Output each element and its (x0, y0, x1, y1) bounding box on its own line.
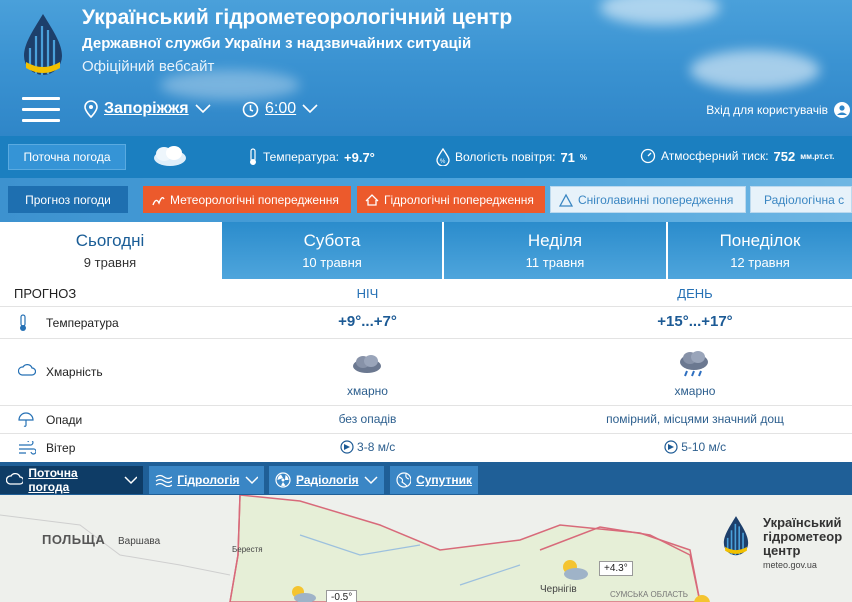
user-icon (834, 102, 850, 118)
barometer-icon (640, 148, 656, 164)
cloud-icon (18, 364, 36, 376)
current-temperature: Температура: +9.7° (248, 148, 375, 166)
site-header: Український гідрометеорологічний центр Д… (0, 0, 852, 136)
city-name: Запоріжжя (104, 100, 189, 117)
time-value: 6:00 (265, 100, 297, 117)
time-selector[interactable]: 6:00 (242, 100, 318, 118)
night-wind: 3-8 м/с (255, 440, 480, 454)
tab-monday[interactable]: Понеділок 12 травня (668, 222, 852, 279)
humidity-drop-icon: % (436, 148, 450, 166)
current-weather-layer-button[interactable]: Поточна погода (0, 466, 143, 494)
temperature-value: +9.7° (344, 149, 375, 165)
avalanche-warnings-button[interactable]: Сніголавинні попередження (550, 186, 746, 213)
avalanche-icon (559, 193, 573, 207)
warnings-bar: Прогноз погоди Метеорологічні попереджен… (0, 178, 852, 222)
chevron-down-icon (364, 475, 378, 484)
wind-direction-icon (340, 440, 354, 454)
brand-url: meteo.gov.ua (763, 560, 817, 570)
weather-forecast-button[interactable]: Прогноз погоди (8, 186, 128, 213)
chevron-down-icon (302, 104, 318, 114)
cloudy-icon (154, 146, 186, 166)
current-weather-button[interactable]: Поточна погода (8, 144, 126, 170)
chevron-down-icon (245, 475, 258, 484)
hydrology-layer-button[interactable]: Гідрологія (149, 466, 264, 494)
humidity-value: 71 (560, 149, 575, 165)
map-label-poland: ПОЛЬЩА (42, 532, 106, 547)
tab-saturday[interactable]: Субота 10 травня (222, 222, 442, 279)
current-weather-strip: Поточна погода Температура: +9.7° % Воло… (0, 136, 852, 178)
chevron-down-icon (195, 104, 211, 114)
login-link[interactable]: Вхід для користувачів (706, 102, 850, 118)
city-selector[interactable]: Запоріжжя (84, 100, 211, 118)
day-precipitation: помірний, місцями значний дощ (606, 412, 784, 426)
clock-icon (242, 101, 259, 117)
night-header: НІЧ (356, 286, 379, 301)
forecast-header: ПРОГНОЗ (14, 286, 77, 301)
precipitation-row: Опади без опадів помірний, місцями значн… (0, 406, 852, 434)
current-pressure: Атмосферний тиск: 752 мм.рт.ст. (640, 148, 834, 164)
cloudy-night-icon (353, 355, 381, 373)
weather-cloud-icon (6, 473, 24, 485)
radiation-icon (275, 472, 291, 488)
login-label: Вхід для користувачів (706, 103, 828, 117)
rain-cloud-icon (680, 351, 708, 377)
location-pin-icon (84, 100, 98, 118)
day-temperature: +15°...+17° (657, 313, 733, 330)
brand-title: Український гідрометеор центр (763, 515, 843, 558)
svg-text:%: % (440, 159, 446, 165)
day-tabs: Сьогодні 9 травня Субота 10 травня Неділ… (0, 222, 852, 279)
chevron-down-icon (123, 475, 138, 484)
day-cloudiness: хмарно (674, 384, 716, 398)
menu-hamburger-icon[interactable] (22, 97, 60, 125)
radiology-warnings-button[interactable]: Радіологічна с (750, 186, 852, 213)
map-label-chernihiv: Чернігів (540, 584, 577, 595)
globe-icon (396, 472, 412, 488)
tab-today[interactable]: Сьогодні 9 травня (0, 222, 220, 279)
current-humidity: % Вологість повітря: 71 % (436, 148, 587, 166)
wind-row: Вітер 3-8 м/с 5-10 м/с (0, 434, 852, 462)
radiology-layer-button[interactable]: Радіологія (269, 466, 384, 494)
map-temp-west: -0.5° (326, 590, 358, 602)
hydro-warnings-button[interactable]: Гідрологічні попередження (357, 186, 545, 213)
flood-warning-icon (365, 193, 379, 206)
map-label-sumy: СУМСЬКА ОБЛАСТЬ (610, 590, 689, 599)
map-layer-nav: Поточна погода Гідрологія Радіологія Суп… (0, 462, 852, 495)
forecast-table: ПРОГНОЗ НІЧ ДЕНЬ Температура +9°...+7° +… (0, 279, 852, 462)
forecast-header-row: ПРОГНОЗ НІЧ ДЕНЬ (0, 279, 852, 307)
site-subtitle: Державної служби України з надзвичайних … (82, 35, 472, 52)
night-temperature: +9°...+7° (338, 313, 397, 330)
map-label-warsaw: Варшава (118, 536, 161, 547)
umbrella-icon (18, 412, 34, 427)
tab-sunday[interactable]: Неділя 11 травня (444, 222, 666, 279)
satellite-layer-button[interactable]: Супутник (390, 466, 478, 494)
wind-direction-icon (664, 440, 678, 454)
map-temp-chernihiv: +4.3° (599, 561, 633, 576)
temperature-row: Температура +9°...+7° +15°...+17° (0, 307, 852, 339)
sun-icon (694, 595, 710, 602)
cloudiness-row: Хмарність хмарно хмарно (0, 339, 852, 406)
site-title: Український гідрометеорологічний центр (82, 6, 513, 29)
wind-warning-icon (152, 196, 165, 205)
map-brand-watermark: Український гідрометеор центр meteo.gov.… (720, 514, 852, 574)
site-tagline: Офіційний вебсайт (82, 58, 215, 75)
meteo-warnings-button[interactable]: Метеорологічні попередження (143, 186, 351, 213)
map-label-brest: Берестя (232, 545, 263, 554)
ukrhydromet-logo-icon (723, 516, 749, 556)
ukrhydromet-logo-icon[interactable] (18, 12, 68, 78)
wind-icon (19, 441, 36, 455)
night-precipitation: без опадів (338, 412, 397, 426)
thermometer-icon (250, 148, 256, 165)
partly-cloudy-icon (292, 586, 316, 602)
day-wind: 5-10 м/с (570, 440, 820, 454)
night-cloudiness: хмарно (347, 384, 388, 398)
thermometer-icon (20, 314, 26, 331)
pressure-value: 752 (773, 148, 796, 164)
partly-cloudy-icon (563, 560, 588, 580)
day-header: ДЕНЬ (677, 286, 713, 301)
waves-icon (155, 474, 173, 487)
